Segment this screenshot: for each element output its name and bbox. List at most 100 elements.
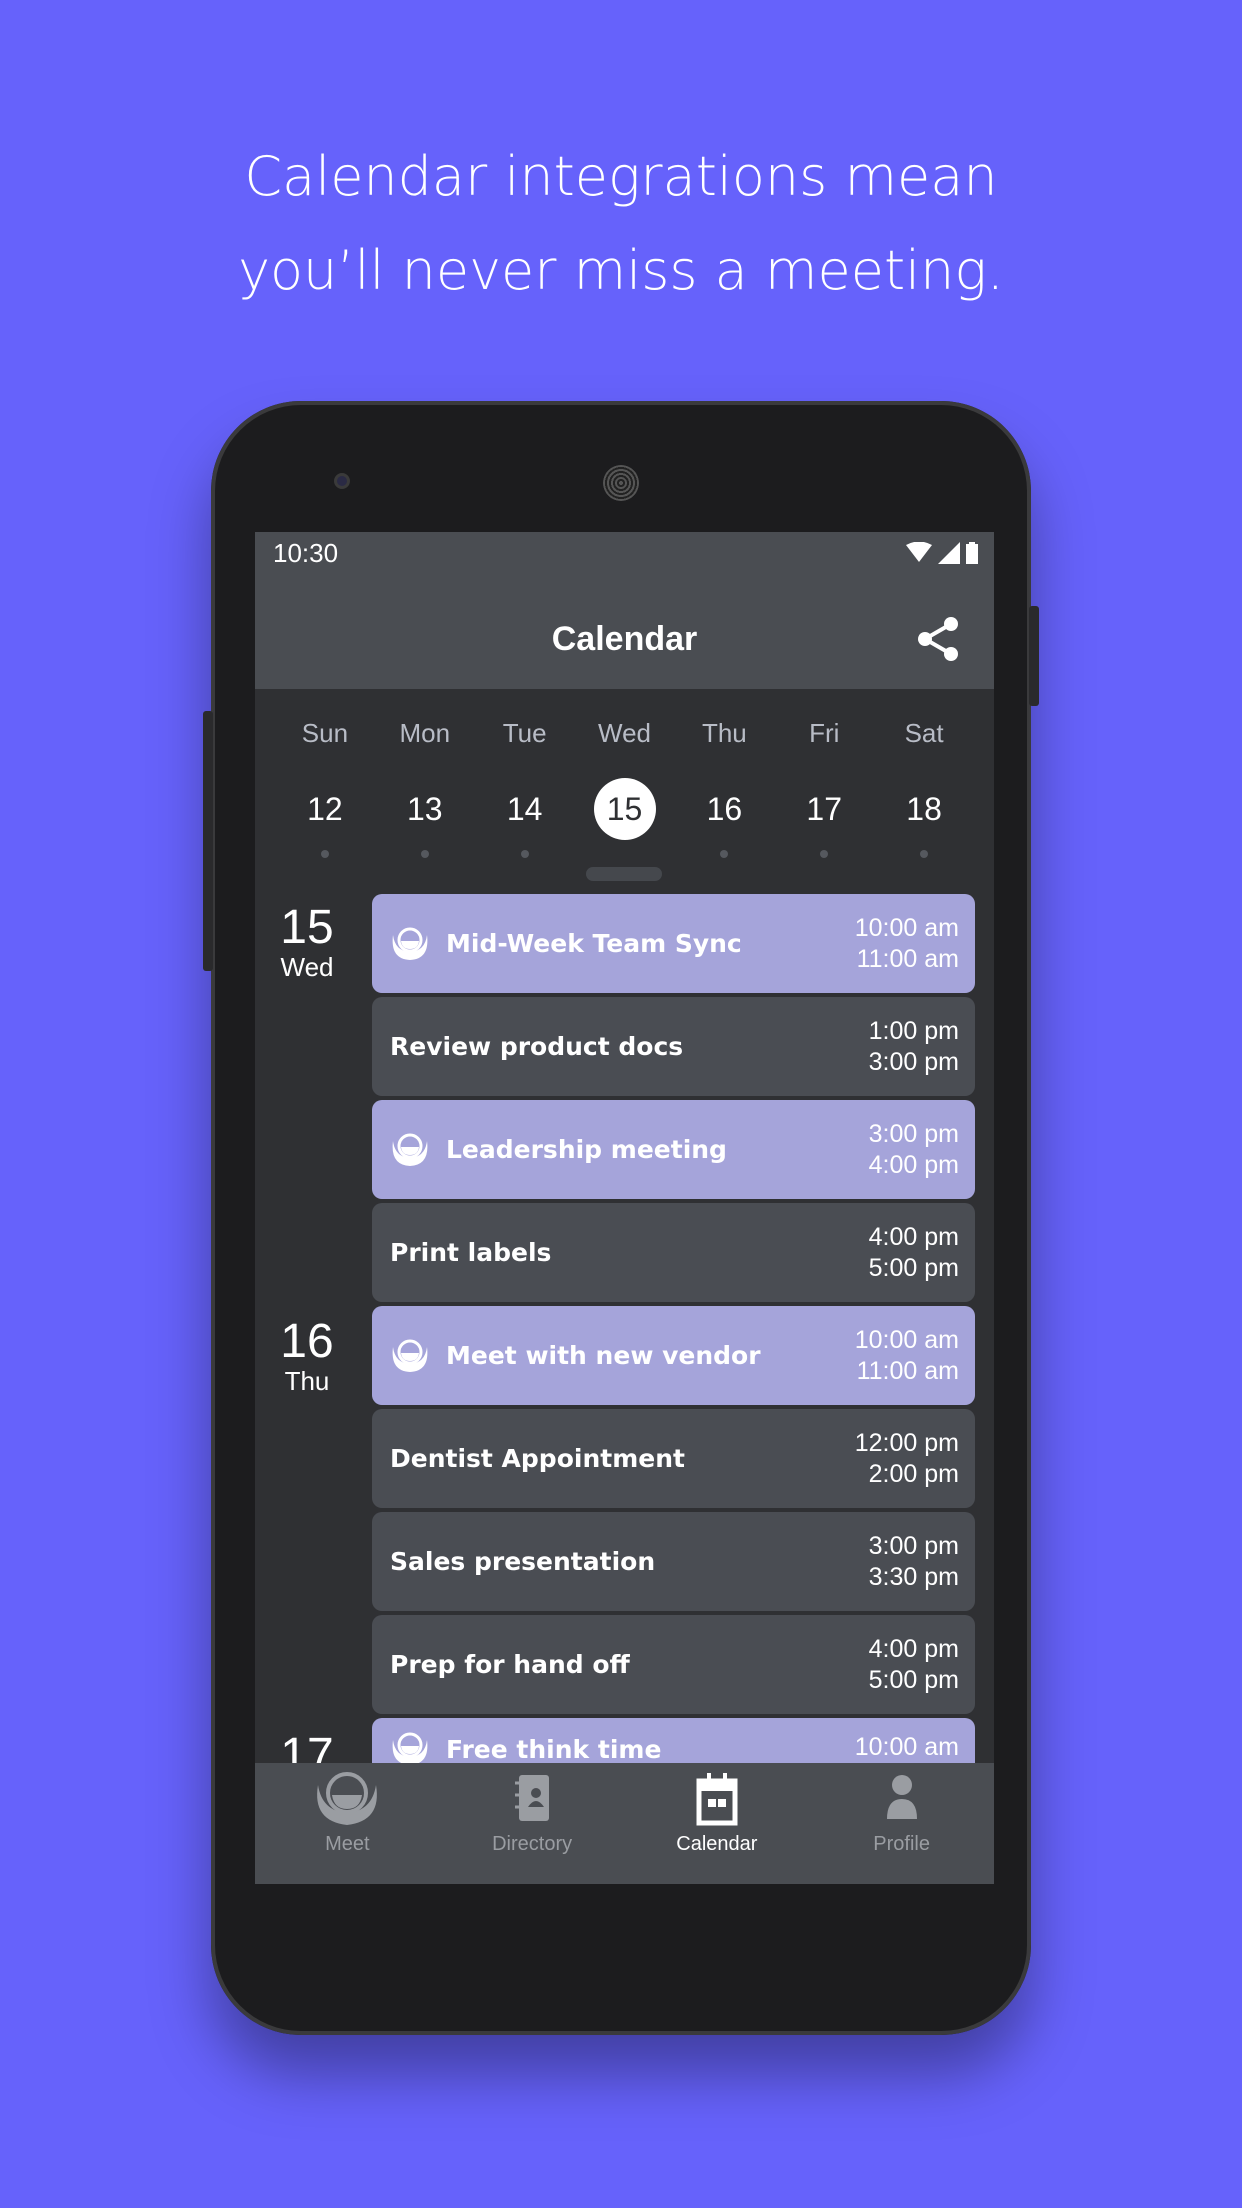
drag-handle[interactable] xyxy=(586,867,662,881)
meet-logo-icon xyxy=(317,1772,378,1825)
app-screen: 10:30 Calendar Sun Mon Tue Wed Thu Fri S… xyxy=(255,532,994,1884)
date-number: 15 xyxy=(593,778,656,840)
group-weekday: Wed xyxy=(280,952,334,982)
date-cell[interactable]: 14 xyxy=(475,778,575,858)
weekday-label: Sat xyxy=(904,718,944,748)
week-date-strip: 12 13 14 15 16 17 18 xyxy=(255,778,994,858)
nav-directory[interactable]: Directory xyxy=(440,1763,625,1884)
event-title-wrap: Free think time xyxy=(390,1732,855,1766)
event-title-wrap: Leadership meeting xyxy=(390,1133,869,1167)
event-title: Leadership meeting xyxy=(446,1135,727,1164)
group-weekday: Thu xyxy=(284,1366,330,1396)
battery-icon xyxy=(966,542,978,564)
event-title: Review product docs xyxy=(390,1032,684,1061)
date-group-label: 16 Thu xyxy=(275,1318,339,1397)
weekday-label: Thu xyxy=(701,718,747,748)
event-title-wrap: Review product docs xyxy=(390,1032,869,1061)
event-dot xyxy=(820,850,829,858)
event-times: 4:00 pm 5:00 pm xyxy=(869,1222,959,1284)
event-card[interactable]: Meet with new vendor 10:00 am 11:00 am xyxy=(372,1306,975,1405)
event-title: Sales presentation xyxy=(390,1547,656,1576)
share-icon[interactable] xyxy=(916,616,960,662)
weekday-header: Sun Mon Tue Wed Thu Fri Sat xyxy=(255,718,994,749)
date-number: 16 xyxy=(706,791,743,827)
event-times: 1:00 pm 3:00 pm xyxy=(869,1016,959,1078)
app-bar: Calendar xyxy=(255,590,994,689)
headline: Calendar integrations mean you’ll never … xyxy=(0,130,1242,318)
bottom-nav: Meet Directory Calendar Profile xyxy=(255,1763,994,1884)
event-card[interactable]: Review product docs 1:00 pm 3:00 pm xyxy=(372,997,975,1096)
weekday-label: Fri xyxy=(809,718,840,748)
weekday-label: Wed xyxy=(598,718,651,748)
event-end: 3:00 pm xyxy=(868,1047,959,1076)
event-dot xyxy=(420,850,429,858)
front-camera xyxy=(334,473,350,489)
weekday-label: Sun xyxy=(301,718,349,748)
event-end: 4:00 pm xyxy=(868,1150,959,1179)
nav-label: Meet xyxy=(325,1833,370,1855)
event-title: Mid-Week Team Sync xyxy=(446,929,742,958)
meet-logo-icon xyxy=(392,927,428,960)
event-title-wrap: Dentist Appointment xyxy=(390,1444,855,1473)
event-title-wrap: Sales presentation xyxy=(390,1547,869,1576)
headline-line-2: you’ll never miss a meeting. xyxy=(238,239,1004,302)
status-time: 10:30 xyxy=(273,538,339,568)
event-card[interactable]: Sales presentation 3:00 pm 3:30 pm xyxy=(372,1512,975,1611)
event-start: 10:00 am xyxy=(854,913,959,942)
event-card[interactable]: Prep for hand off 4:00 pm 5:00 pm xyxy=(372,1615,975,1714)
event-end: 2:00 pm xyxy=(868,1459,959,1488)
event-start: 10:00 am xyxy=(854,1733,959,1761)
event-times: 3:00 pm 4:00 pm xyxy=(869,1119,959,1181)
event-times: 10:00 am xyxy=(855,1732,959,1763)
event-times: 12:00 pm 2:00 pm xyxy=(855,1428,959,1490)
event-end: 5:00 pm xyxy=(868,1253,959,1282)
date-number: 14 xyxy=(506,791,543,827)
nav-label: Calendar xyxy=(676,1833,758,1855)
event-start: 4:00 pm xyxy=(868,1634,959,1663)
event-times: 10:00 am 11:00 am xyxy=(855,913,959,975)
status-bar: 10:30 xyxy=(255,532,994,590)
event-title: Dentist Appointment xyxy=(390,1444,685,1473)
event-dot xyxy=(720,850,729,858)
event-title: Free think time xyxy=(446,1734,662,1764)
event-dot xyxy=(320,850,329,858)
nav-profile[interactable]: Profile xyxy=(809,1763,994,1884)
directory-icon xyxy=(515,1775,550,1821)
nav-calendar[interactable]: Calendar xyxy=(625,1763,810,1884)
profile-icon xyxy=(886,1775,917,1819)
event-title: Print labels xyxy=(390,1238,552,1267)
event-title: Meet with new vendor xyxy=(446,1341,761,1370)
date-cell[interactable]: 16 xyxy=(674,778,774,858)
event-dot xyxy=(920,850,929,858)
event-title-wrap: Mid-Week Team Sync xyxy=(390,927,855,961)
date-cell[interactable]: 17 xyxy=(774,778,874,858)
event-title-wrap: Meet with new vendor xyxy=(390,1339,855,1373)
event-dot xyxy=(520,850,529,858)
event-start: 3:00 pm xyxy=(868,1119,959,1148)
meet-logo-icon xyxy=(392,1339,428,1372)
event-card[interactable]: Mid-Week Team Sync 10:00 am 11:00 am xyxy=(372,894,975,993)
date-cell-selected[interactable]: 15 xyxy=(575,778,675,848)
meet-logo-icon xyxy=(392,1133,428,1166)
date-group-label: 15 Wed xyxy=(275,904,339,983)
event-end: 3:30 pm xyxy=(868,1562,959,1591)
event-card[interactable]: Print labels 4:00 pm 5:00 pm xyxy=(372,1203,975,1302)
event-card[interactable]: Dentist Appointment 12:00 pm 2:00 pm xyxy=(372,1409,975,1508)
nav-meet[interactable]: Meet xyxy=(255,1763,440,1884)
event-start: 12:00 pm xyxy=(854,1428,959,1457)
event-end: 11:00 am xyxy=(856,1356,959,1385)
date-cell[interactable]: 18 xyxy=(874,778,974,858)
group-date: 15 xyxy=(280,901,334,954)
date-cell[interactable]: 12 xyxy=(275,778,375,858)
date-number: 12 xyxy=(307,791,343,827)
nav-label: Profile xyxy=(873,1833,930,1855)
date-number: 13 xyxy=(406,791,443,827)
date-cell[interactable]: 13 xyxy=(375,778,475,858)
headline-line-1: Calendar integrations mean xyxy=(244,145,998,208)
weekday-label: Mon xyxy=(399,718,451,748)
event-times: 10:00 am 11:00 am xyxy=(855,1325,959,1387)
event-end: 5:00 pm xyxy=(868,1665,959,1694)
event-card[interactable]: Leadership meeting 3:00 pm 4:00 pm xyxy=(372,1100,975,1199)
weekday-label: Tue xyxy=(502,718,547,748)
date-number: 17 xyxy=(806,791,843,827)
